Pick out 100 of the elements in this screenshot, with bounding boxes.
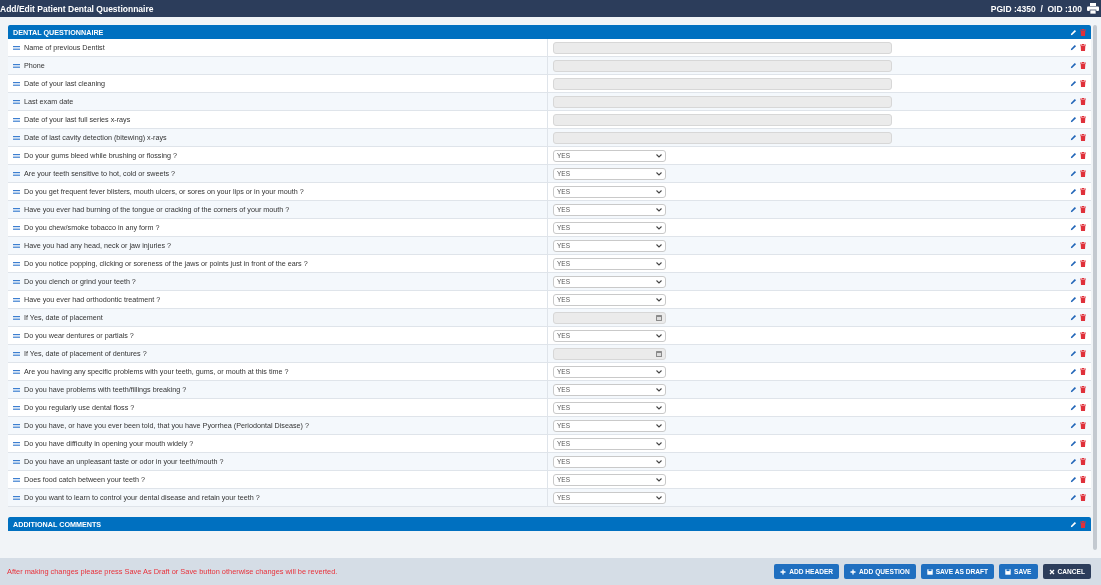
drag-handle-icon[interactable] — [13, 441, 20, 446]
pencil-icon[interactable] — [1070, 62, 1077, 69]
drag-handle-icon[interactable] — [13, 405, 20, 410]
pencil-icon[interactable] — [1070, 152, 1077, 159]
pencil-icon[interactable] — [1070, 314, 1077, 321]
calendar-icon[interactable] — [656, 314, 662, 321]
trash-icon[interactable] — [1080, 224, 1086, 231]
caret-icon — [656, 189, 662, 194]
trash-icon[interactable] — [1080, 188, 1086, 195]
drag-handle-icon[interactable] — [13, 387, 20, 392]
trash-icon[interactable] — [1080, 494, 1086, 501]
trash-icon[interactable] — [1080, 368, 1086, 375]
trash-icon[interactable] — [1080, 62, 1086, 69]
trash-icon[interactable] — [1080, 476, 1086, 483]
drag-handle-icon[interactable] — [13, 333, 20, 338]
pencil-icon[interactable] — [1070, 494, 1077, 501]
plus-icon — [850, 568, 857, 575]
trash-icon[interactable] — [1080, 404, 1086, 411]
drag-handle-icon[interactable] — [13, 261, 20, 266]
pencil-icon[interactable] — [1070, 116, 1077, 123]
caret-icon — [656, 387, 662, 392]
pencil-icon[interactable] — [1070, 170, 1077, 177]
drag-handle-icon[interactable] — [13, 189, 20, 194]
caret-icon — [656, 171, 662, 176]
trash-icon[interactable] — [1080, 278, 1086, 285]
drag-handle-icon[interactable] — [13, 207, 20, 212]
drag-handle-icon[interactable] — [13, 225, 20, 230]
trash-icon[interactable] — [1080, 44, 1086, 51]
trash-icon[interactable] — [1080, 422, 1086, 429]
drag-handle-icon[interactable] — [13, 369, 20, 374]
trash-icon[interactable] — [1080, 80, 1086, 87]
trash-icon[interactable] — [1080, 242, 1086, 249]
drag-handle-icon[interactable] — [13, 81, 20, 86]
trash-icon[interactable] — [1080, 206, 1086, 213]
trash-icon[interactable] — [1080, 98, 1086, 105]
pencil-icon[interactable] — [1070, 404, 1077, 411]
pencil-icon[interactable] — [1070, 458, 1077, 465]
caret-icon — [656, 333, 662, 338]
trash-icon[interactable] — [1080, 440, 1086, 447]
caret-icon — [656, 477, 662, 482]
drag-handle-icon[interactable] — [13, 495, 20, 500]
drag-handle-icon[interactable] — [13, 45, 20, 50]
pencil-icon[interactable] — [1070, 476, 1077, 483]
pencil-icon[interactable] — [1070, 296, 1077, 303]
drag-handle-icon[interactable] — [13, 99, 20, 104]
caret-icon — [656, 441, 662, 446]
pencil-icon[interactable] — [1070, 260, 1077, 267]
drag-handle-icon[interactable] — [13, 117, 20, 122]
caret-icon — [656, 369, 662, 374]
close-icon — [1048, 568, 1055, 575]
calendar-icon[interactable] — [656, 350, 662, 357]
drag-handle-icon[interactable] — [13, 315, 20, 320]
drag-handle-icon[interactable] — [13, 171, 20, 176]
drag-handle-icon[interactable] — [13, 351, 20, 356]
drag-handle-icon[interactable] — [13, 243, 20, 248]
pencil-icon[interactable] — [1070, 242, 1077, 249]
pencil-icon[interactable] — [1070, 224, 1077, 231]
caret-icon — [656, 405, 662, 410]
drag-handle-icon[interactable] — [13, 477, 20, 482]
pencil-icon[interactable] — [1070, 278, 1077, 285]
caret-icon — [656, 459, 662, 464]
trash-icon[interactable] — [1080, 332, 1086, 339]
pencil-icon[interactable] — [1070, 80, 1077, 87]
caret-icon — [656, 495, 662, 500]
pencil-icon[interactable] — [1070, 98, 1077, 105]
trash-icon[interactable] — [1080, 170, 1086, 177]
drag-handle-icon[interactable] — [13, 279, 20, 284]
pencil-icon[interactable] — [1070, 440, 1077, 447]
pencil-icon[interactable] — [1070, 332, 1077, 339]
drag-handle-icon[interactable] — [13, 63, 20, 68]
drag-handle-icon[interactable] — [13, 153, 20, 158]
scrollbar[interactable] — [1093, 25, 1097, 550]
trash-icon[interactable] — [1080, 134, 1086, 141]
date-field[interactable] — [553, 311, 666, 324]
trash-icon[interactable] — [1080, 350, 1086, 357]
pencil-icon[interactable] — [1070, 386, 1077, 393]
drag-handle-icon[interactable] — [13, 297, 20, 302]
trash-icon[interactable] — [1080, 260, 1086, 267]
trash-icon[interactable] — [1080, 152, 1086, 159]
trash-icon[interactable] — [1080, 386, 1086, 393]
pencil-icon[interactable] — [1070, 350, 1077, 357]
drag-handle-icon[interactable] — [13, 459, 20, 464]
caret-icon — [656, 279, 662, 284]
pencil-icon[interactable] — [1070, 206, 1077, 213]
pencil-icon[interactable] — [1070, 134, 1077, 141]
drag-handle-icon[interactable] — [13, 423, 20, 428]
trash-icon[interactable] — [1080, 296, 1086, 303]
drag-handle-icon[interactable] — [13, 135, 20, 140]
plus-icon — [780, 568, 787, 575]
pencil-icon[interactable] — [1070, 44, 1077, 51]
pencil-icon[interactable] — [1070, 422, 1077, 429]
caret-icon — [656, 423, 662, 428]
trash-icon[interactable] — [1080, 458, 1086, 465]
trash-icon[interactable] — [1080, 116, 1086, 123]
pencil-icon[interactable] — [1070, 520, 1077, 528]
printer-icon[interactable] — [1087, 3, 1099, 14]
date-field[interactable] — [553, 347, 666, 360]
trash-icon[interactable] — [1080, 314, 1086, 321]
pencil-icon[interactable] — [1070, 368, 1077, 375]
pencil-icon[interactable] — [1070, 188, 1077, 195]
